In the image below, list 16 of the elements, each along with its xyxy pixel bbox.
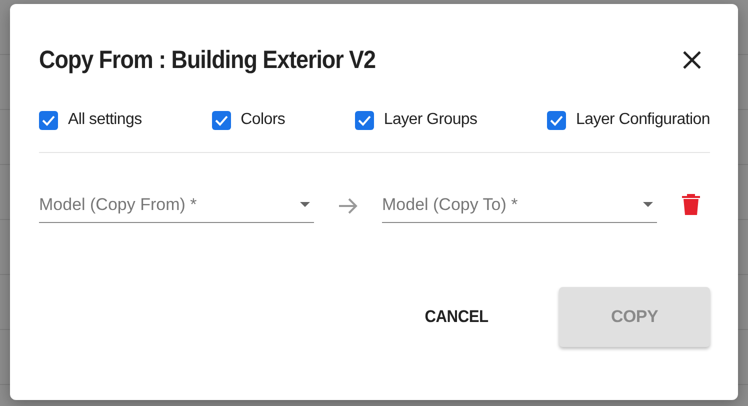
caret-icon[interactable]: [643, 202, 653, 207]
model-dropdown[interactable]: Model (Copy To) *: [382, 181, 657, 223]
checkbox[interactable]: [354, 110, 374, 130]
close-icon[interactable]: [682, 50, 702, 70]
checkbox[interactable]: [212, 110, 231, 130]
checkbox-label: Layer Groups: [384, 111, 478, 129]
checkbox[interactable]: [547, 110, 566, 130]
model-dropdown[interactable]: Model (Copy From) *: [39, 181, 314, 223]
checkbox[interactable]: [39, 110, 58, 130]
checkbox-label: Colors: [240, 111, 286, 129]
checkbox-label: Layer Configuration: [576, 111, 710, 129]
checkbox-label: All settings: [68, 111, 142, 129]
cancel-button[interactable]: CANCEL: [419, 306, 494, 328]
trash-icon[interactable]: [682, 193, 700, 215]
dialog-title: Copy From : Building Exterior V2: [39, 46, 376, 74]
caret-icon[interactable]: [300, 202, 310, 207]
